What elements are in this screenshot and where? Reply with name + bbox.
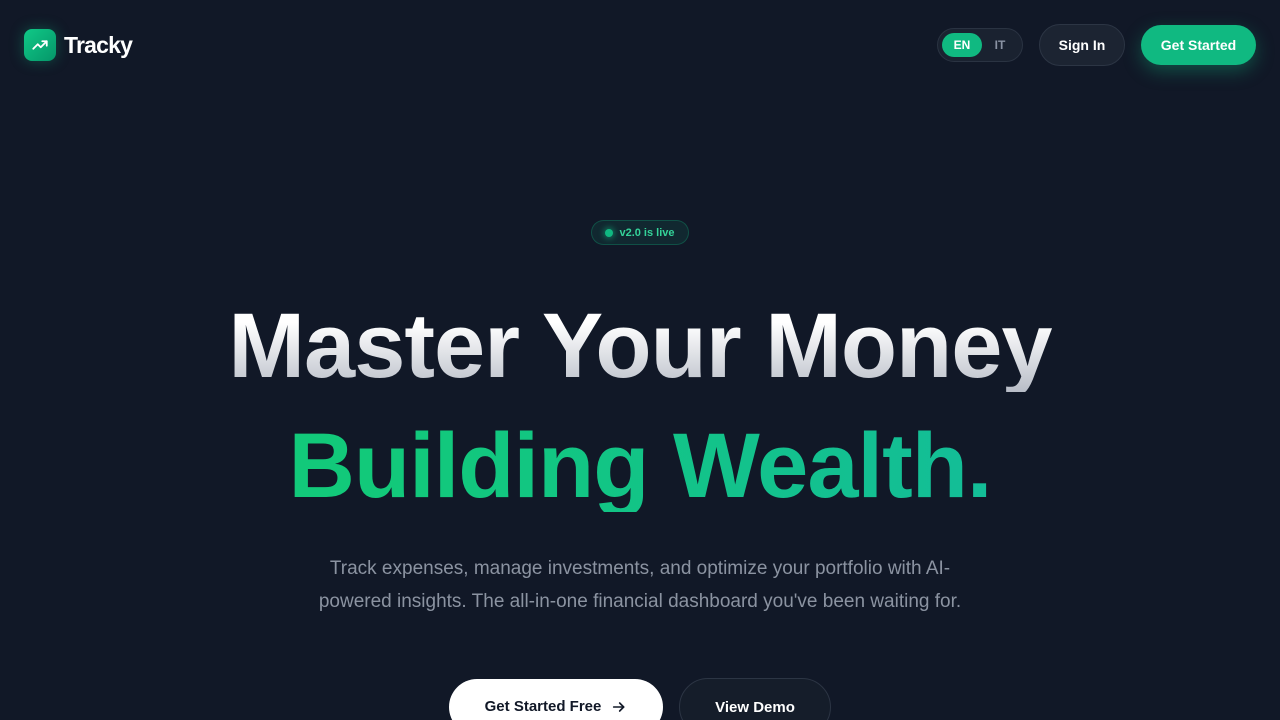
landing-page: Tracky EN IT Sign In Get Started v2.0 is… (0, 0, 1280, 720)
get-started-free-label: Get Started Free (484, 698, 602, 715)
trending-up-icon (24, 29, 56, 61)
get-started-free-button[interactable]: Get Started Free (449, 679, 663, 720)
hero-headline-line-2: Building Wealth. (0, 420, 1280, 512)
language-option-it[interactable]: IT (986, 33, 1014, 57)
live-dot-icon (605, 228, 614, 237)
arrow-right-icon (611, 699, 627, 715)
language-option-en[interactable]: EN (942, 33, 982, 57)
hero-headline-line-1: Master Your Money (0, 300, 1280, 392)
view-demo-button[interactable]: View Demo (679, 678, 831, 720)
brand-logo[interactable]: Tracky (24, 29, 133, 61)
language-switcher: EN IT (937, 28, 1023, 62)
release-badge-text: v2.0 is live (619, 226, 675, 239)
brand-name: Tracky (64, 31, 133, 58)
sign-in-button[interactable]: Sign In (1039, 24, 1125, 66)
get-started-button[interactable]: Get Started (1141, 25, 1256, 65)
hero-subtitle: Track expenses, manage investments, and … (318, 558, 962, 612)
navbar: Tracky EN IT Sign In Get Started (0, 0, 1280, 90)
release-badge: v2.0 is live (591, 220, 689, 245)
view-demo-label: View Demo (715, 699, 795, 716)
